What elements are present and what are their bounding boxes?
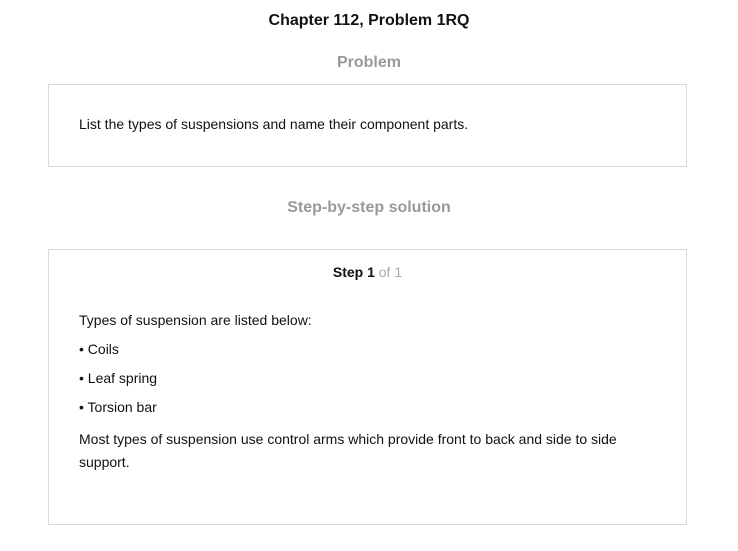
step-conclusion: Most types of suspension use control arm… bbox=[79, 431, 617, 470]
step-intro: Types of suspension are listed below: bbox=[79, 312, 312, 328]
problem-heading: Problem bbox=[336, 54, 401, 71]
step-body: Types of suspension are listed below: • … bbox=[79, 312, 649, 474]
solution-box: Step 1 of 1 Types of suspension are list… bbox=[48, 249, 687, 525]
step-label: Step 1 bbox=[332, 264, 375, 280]
list-item: • Torsion bar bbox=[79, 399, 157, 415]
page-title: Chapter 112, Problem 1RQ bbox=[268, 12, 470, 29]
solution-heading: Step-by-step solution bbox=[287, 199, 451, 216]
step-count: of 1 bbox=[374, 264, 403, 280]
problem-text: List the types of suspensions and name t… bbox=[79, 116, 469, 132]
problem-box: List the types of suspensions and name t… bbox=[48, 84, 687, 167]
list-item: • Leaf spring bbox=[79, 370, 158, 386]
list-item: • Coils bbox=[79, 341, 119, 357]
step-header: Step 1 of 1 bbox=[49, 264, 686, 280]
